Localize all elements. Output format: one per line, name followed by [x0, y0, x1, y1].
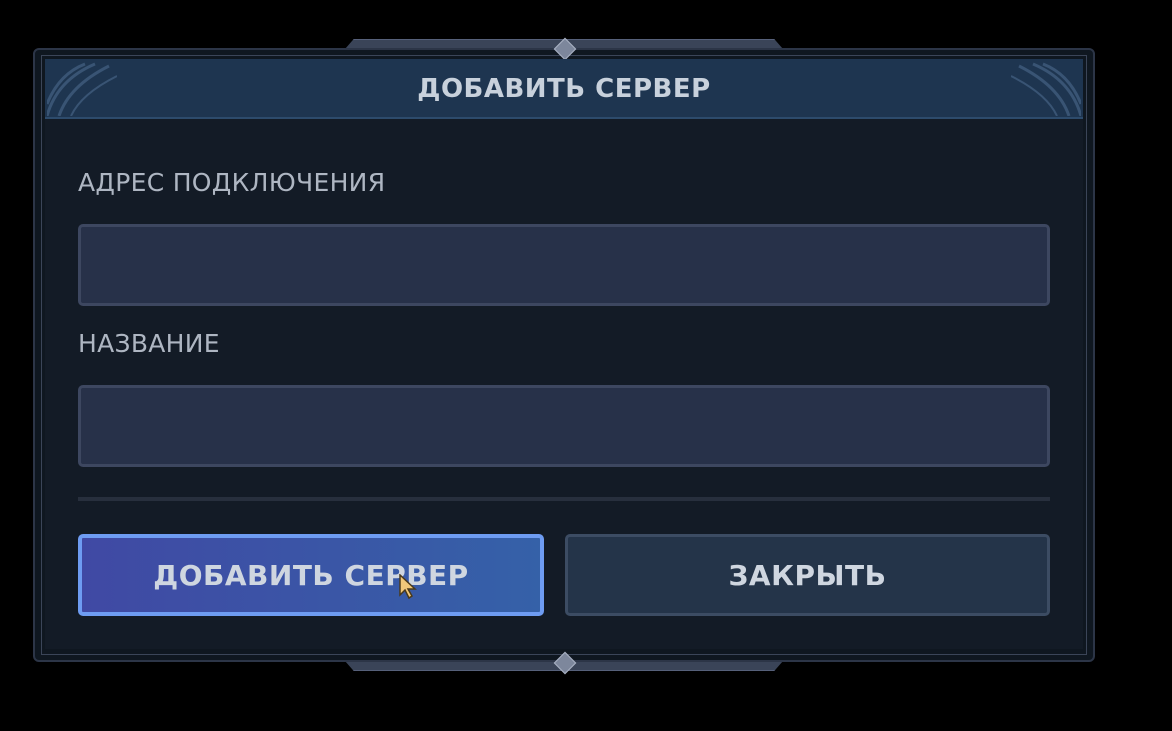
- dialog-title: ДОБАВИТЬ СЕРВЕР: [417, 74, 711, 104]
- form-divider: [78, 497, 1050, 501]
- close-button[interactable]: ЗАКРЫТЬ: [565, 534, 1050, 616]
- server-name-input[interactable]: [78, 385, 1050, 467]
- add-server-button[interactable]: ДОБАВИТЬ СЕРВЕР: [78, 534, 544, 616]
- connection-address-input[interactable]: [78, 224, 1050, 306]
- name-field-label: НАЗВАНИЕ: [78, 329, 220, 358]
- add-server-button-label: ДОБАВИТЬ СЕРВЕР: [153, 558, 469, 592]
- mouse-pointer-icon: [399, 574, 417, 600]
- close-button-label: ЗАКРЫТЬ: [728, 558, 887, 592]
- address-field-label: АДРЕС ПОДКЛЮЧЕНИЯ: [78, 168, 386, 197]
